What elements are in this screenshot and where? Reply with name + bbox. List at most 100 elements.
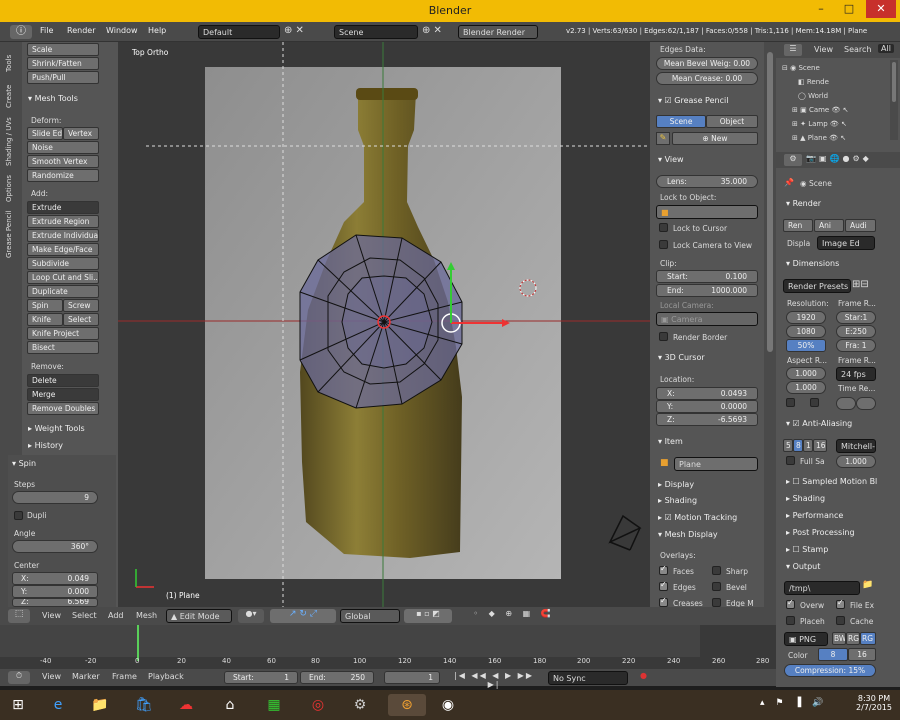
vertex-button[interactable]: Vertex (63, 127, 99, 140)
loop-cut-button[interactable]: Loop Cut and Sli... (27, 271, 99, 284)
render-still-button[interactable]: Ren (783, 219, 813, 232)
mean-bevel-field[interactable]: Mean Bevel Weig: 0.00 (656, 57, 758, 70)
mode-select[interactable]: ▲ Edit Mode (166, 609, 232, 623)
clip-start-field[interactable]: Start: 0.100 (656, 270, 758, 283)
lens-field[interactable]: Lens: 35.000 (656, 175, 758, 188)
frame-end-field[interactable]: E:250 (836, 325, 876, 338)
current-frame-marker[interactable] (137, 625, 139, 661)
mean-crease-field[interactable]: Mean Crease: 0.00 (656, 72, 758, 85)
properties-context-tabs[interactable]: 📷▣🌐●⚙◆ (806, 154, 872, 163)
menu-render[interactable]: Render (67, 26, 95, 35)
3d-cursor-header[interactable]: ▾ 3D Cursor (658, 353, 705, 362)
subdivide-button[interactable]: Subdivide (27, 257, 99, 270)
cloud-icon[interactable]: ☁ (174, 694, 198, 716)
shading-mode-icon[interactable]: ●▾ (238, 609, 264, 623)
filter-size-field[interactable]: 1.000 (836, 455, 876, 468)
select-mode-icons[interactable]: ▪ ▫ ◩ (404, 609, 452, 623)
tab-tools[interactable]: Tools (5, 55, 13, 72)
extrude-individual-button[interactable]: Extrude Individual (27, 229, 99, 242)
center-y-field[interactable]: Y: 0.000 (12, 585, 98, 598)
close-button[interactable]: ✕ (866, 0, 896, 18)
maximize-button[interactable]: □ (836, 0, 862, 18)
object-name-field[interactable]: Plane (674, 457, 758, 471)
gp-scene-tab[interactable]: Scene (656, 115, 706, 128)
view-header[interactable]: ▾ View (658, 155, 684, 164)
time-new-field[interactable] (856, 397, 876, 410)
timeline-marker-menu[interactable]: Marker (72, 672, 100, 681)
cursor-y-field[interactable]: Y: 0.0000 (656, 400, 758, 413)
post-processing-header[interactable]: ▸ Post Processing (786, 528, 855, 537)
steam-icon[interactable]: ⚙ (348, 694, 372, 716)
display-header[interactable]: ▸ Display (658, 480, 694, 489)
outliner-editor-icon[interactable]: ☰ (784, 44, 802, 56)
frame-step-field[interactable]: Fra: 1 (836, 339, 876, 352)
color-bw-button[interactable]: BW (832, 632, 846, 645)
bisect-button[interactable]: Bisect (27, 341, 99, 354)
screw-button[interactable]: Screw (63, 299, 99, 312)
mesh-tools-header[interactable]: ▾ Mesh Tools (28, 94, 78, 103)
creases-checkbox[interactable] (659, 596, 668, 607)
clock[interactable]: 8:30 PM 2/7/2015 (852, 694, 896, 712)
playback-controls[interactable]: |◀ ◀◀ ◀ ▶ ▶▶ ▶| (446, 671, 542, 689)
remove-doubles-button[interactable]: Remove Doubles (27, 402, 99, 415)
make-edge-face-button[interactable]: Make Edge/Face (27, 243, 99, 256)
add-layout-icon[interactable]: ⊕ ✕ (284, 25, 304, 36)
placeholders-checkbox[interactable] (786, 616, 795, 625)
home-icon[interactable]: ⌂ (218, 694, 242, 716)
view-menu[interactable]: View (42, 611, 61, 620)
extrude-menu[interactable]: Extrude (27, 201, 99, 214)
tab-create[interactable]: Create (5, 85, 13, 108)
history-header[interactable]: ▸ History (28, 441, 63, 450)
blender-taskbar-icon[interactable]: ⊛ (388, 694, 426, 716)
knife-button[interactable]: Knife (27, 313, 63, 326)
randomize-button[interactable]: Randomize (27, 169, 99, 182)
info-editor-icon[interactable]: ⓘ (10, 25, 32, 39)
layout-field[interactable]: Default (198, 25, 280, 39)
scene-pin-icon[interactable]: 📌 (784, 178, 794, 187)
select-menu[interactable]: Select (72, 611, 97, 620)
outliner-item-lamp[interactable]: ⊞ ✦ Lamp 👁 ↖ (782, 117, 848, 131)
scale-button[interactable]: Scale (27, 43, 99, 56)
res-percent-field[interactable]: 50% (786, 339, 826, 352)
render-engine-select[interactable]: Blender Render (458, 25, 538, 39)
render-border-checkbox[interactable] (659, 332, 668, 341)
outliner-search-menu[interactable]: Search (844, 45, 871, 54)
aa-5-button[interactable]: 5 (783, 439, 793, 452)
timeline[interactable]: -40 -20 0 20 40 60 80 100 120 140 160 18… (0, 625, 776, 669)
timeline-view-menu[interactable]: View (42, 672, 61, 681)
spin-button[interactable]: Spin (27, 299, 63, 312)
lock-cursor-checkbox[interactable] (659, 223, 668, 232)
aspect-y-field[interactable]: 1.000 (786, 381, 826, 394)
res-x-field[interactable]: 1920 (786, 311, 826, 324)
file-explorer-icon[interactable]: 📁 (88, 694, 112, 716)
local-camera-field[interactable]: ▣ Camera (656, 312, 758, 326)
timeline-playback-menu[interactable]: Playback (148, 672, 184, 681)
bevel-checkbox[interactable] (712, 582, 721, 591)
performance-header[interactable]: ▸ Performance (786, 511, 843, 520)
cache-checkbox[interactable] (836, 616, 845, 625)
sync-select[interactable]: No Sync (548, 671, 628, 685)
dimensions-header[interactable]: ▾ Dimensions (786, 259, 839, 268)
cursor-z-field[interactable]: Z: -6.5693 (656, 413, 758, 426)
filter-select[interactable]: Mitchell- (836, 439, 876, 453)
outliner-view-menu[interactable]: View (814, 45, 833, 54)
aa-11-button[interactable]: 1 (803, 439, 813, 452)
menu-help[interactable]: Help (148, 26, 166, 35)
mesh-menu[interactable]: Mesh (136, 611, 157, 620)
file-format-select[interactable]: ▣ PNG (784, 632, 828, 646)
display-mode-select[interactable]: Image Ed (817, 236, 875, 250)
add-scene-icon[interactable]: ⊕ ✕ (422, 25, 442, 36)
output-header[interactable]: ▾ Output (786, 562, 820, 571)
border-checkbox[interactable] (786, 398, 795, 407)
outliner-item-scene[interactable]: ⊟ ◉ Scene (782, 61, 848, 75)
faces-checkbox[interactable] (659, 564, 668, 575)
timeline-editor-icon[interactable]: ⏱ (8, 671, 30, 684)
current-frame-field[interactable]: 1 (384, 671, 440, 684)
aa-16-button[interactable]: 16 (813, 439, 827, 452)
add-menu[interactable]: Add (108, 611, 124, 620)
center-x-field[interactable]: X: 0.049 (12, 572, 98, 585)
pencil-icon[interactable]: ✎ (656, 132, 670, 145)
lock-camera-checkbox[interactable] (659, 240, 668, 249)
shrink-fatten-button[interactable]: Shrink/Fatten (27, 57, 99, 70)
compression-field[interactable]: Compression: 15% (784, 664, 876, 677)
